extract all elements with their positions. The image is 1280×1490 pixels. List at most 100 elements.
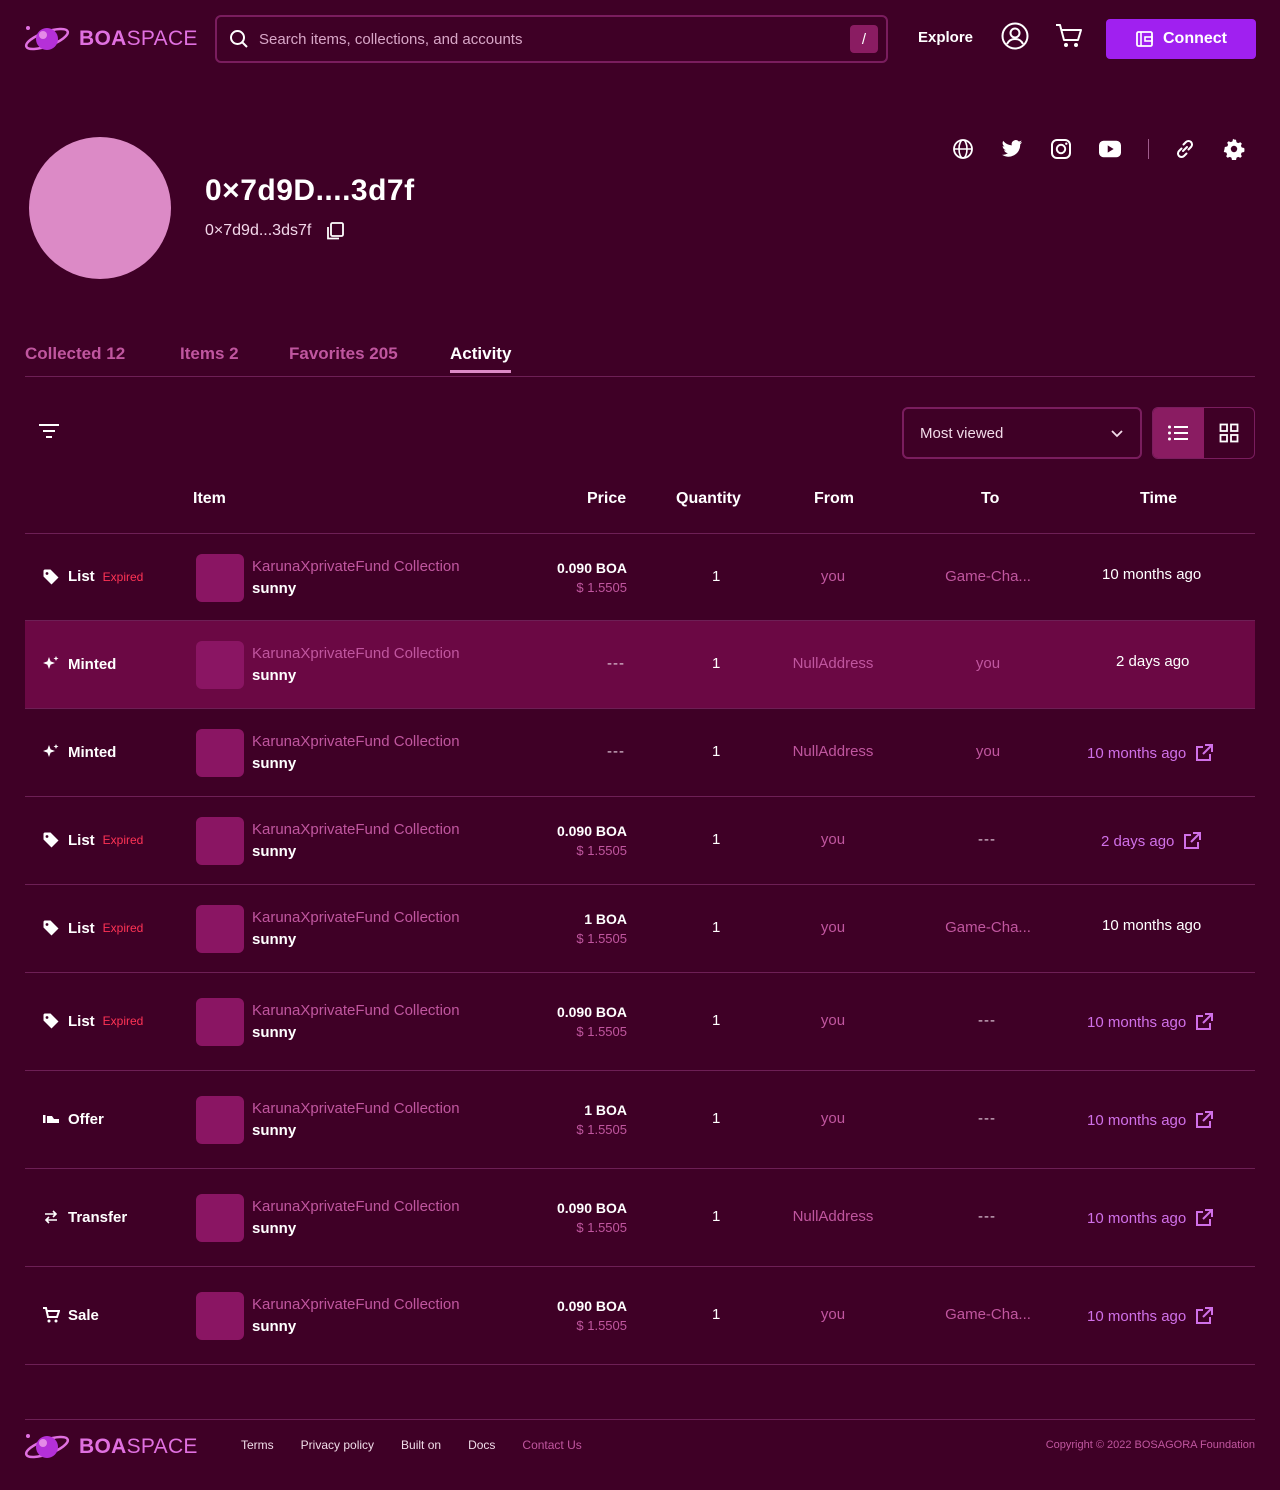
external-link-icon[interactable] <box>1194 1012 1214 1032</box>
footer-link-docs[interactable]: Docs <box>468 1438 495 1452</box>
item-info[interactable]: KarunaXprivateFund Collection sunny <box>252 643 460 687</box>
collection-name[interactable]: KarunaXprivateFund Collection <box>252 1098 460 1120</box>
item-name[interactable]: sunny <box>252 1120 460 1142</box>
collection-name[interactable]: KarunaXprivateFund Collection <box>252 643 460 665</box>
collection-name[interactable]: KarunaXprivateFund Collection <box>252 1000 460 1022</box>
item-thumbnail[interactable] <box>196 553 244 602</box>
time-link[interactable]: 10 months ago <box>1087 1110 1214 1130</box>
connect-button[interactable]: Connect <box>1106 19 1256 59</box>
tab-items[interactable]: Items 2 <box>180 344 239 364</box>
table-row[interactable]: List Expired KarunaXprivateFund Collecti… <box>25 885 1255 973</box>
item-thumbnail[interactable] <box>196 998 244 1046</box>
item-name[interactable]: sunny <box>252 665 460 687</box>
table-row[interactable]: Minted KarunaXprivateFund Collection sun… <box>25 621 1255 709</box>
item-info[interactable]: KarunaXprivateFund Collection sunny <box>252 1294 460 1338</box>
item-name[interactable]: sunny <box>252 1316 460 1338</box>
footer-link-contact[interactable]: Contact Us <box>522 1438 581 1452</box>
tab-favorites[interactable]: Favorites 205 <box>289 344 398 364</box>
cart-icon[interactable] <box>1054 21 1084 56</box>
copy-icon[interactable] <box>325 221 345 241</box>
list-view-button[interactable] <box>1153 408 1204 458</box>
event-type: Transfer <box>42 1208 127 1226</box>
from-account-link[interactable]: you <box>821 919 845 936</box>
tab-collected[interactable]: Collected 12 <box>25 344 125 364</box>
table-row[interactable]: Offer KarunaXprivateFund Collection sunn… <box>25 1071 1255 1169</box>
table-row[interactable]: List Expired KarunaXprivateFund Collecti… <box>25 797 1255 885</box>
gear-icon[interactable] <box>1223 138 1245 160</box>
search-bar[interactable]: Search items, collections, and accounts … <box>215 15 888 63</box>
item-info[interactable]: KarunaXprivateFund Collection sunny <box>252 819 460 863</box>
external-link-icon[interactable] <box>1194 1110 1214 1130</box>
youtube-icon[interactable] <box>1099 138 1121 160</box>
collection-name[interactable]: KarunaXprivateFund Collection <box>252 1196 460 1218</box>
item-thumbnail[interactable] <box>196 905 244 953</box>
item-name[interactable]: sunny <box>252 578 460 600</box>
time-link[interactable]: 10 months ago <box>1087 1012 1214 1032</box>
external-link-icon[interactable] <box>1194 743 1214 763</box>
table-row[interactable]: List Expired KarunaXprivateFund Collecti… <box>25 973 1255 1071</box>
item-thumbnail[interactable] <box>196 641 244 689</box>
time-link[interactable]: 10 months ago <box>1087 1306 1214 1326</box>
item-name[interactable]: sunny <box>252 929 460 951</box>
from-account-link[interactable]: NullAddress <box>793 655 874 672</box>
time-link[interactable]: 10 months ago <box>1087 1208 1214 1228</box>
footer-link-privacy[interactable]: Privacy policy <box>301 1438 374 1452</box>
item-info[interactable]: KarunaXprivateFund Collection sunny <box>252 1196 460 1240</box>
footer-link-built-on[interactable]: Built on <box>401 1438 441 1452</box>
item-info[interactable]: KarunaXprivateFund Collection sunny <box>252 1098 460 1142</box>
item-name[interactable]: sunny <box>252 753 460 775</box>
logo[interactable]: BOASPACE <box>23 22 198 56</box>
item-info[interactable]: KarunaXprivateFund Collection sunny <box>252 907 460 951</box>
item-info[interactable]: KarunaXprivateFund Collection sunny <box>252 1000 460 1044</box>
from-account-link[interactable]: you <box>821 1012 845 1029</box>
to-account-link[interactable]: Game-Cha... <box>945 919 1031 936</box>
account-icon[interactable] <box>1001 22 1029 55</box>
from-account-link[interactable]: you <box>821 831 845 848</box>
item-thumbnail[interactable] <box>196 1096 244 1144</box>
collection-name[interactable]: KarunaXprivateFund Collection <box>252 731 460 753</box>
item-thumbnail[interactable] <box>196 1194 244 1242</box>
link-icon[interactable] <box>1174 138 1196 160</box>
collection-name[interactable]: KarunaXprivateFund Collection <box>252 819 460 841</box>
instagram-icon[interactable] <box>1050 138 1072 160</box>
external-link-icon[interactable] <box>1194 1306 1214 1326</box>
item-name[interactable]: sunny <box>252 841 460 863</box>
to-account-link[interactable]: you <box>976 655 1000 672</box>
table-row[interactable]: Transfer KarunaXprivateFund Collection s… <box>25 1169 1255 1267</box>
item-thumbnail[interactable] <box>196 729 244 777</box>
table-row[interactable]: Minted KarunaXprivateFund Collection sun… <box>25 709 1255 797</box>
table-row[interactable]: Sale KarunaXprivateFund Collection sunny… <box>25 1267 1255 1365</box>
footer-logo[interactable]: BOASPACE <box>23 1430 198 1464</box>
footer-link-terms[interactable]: Terms <box>241 1438 274 1452</box>
time-link[interactable]: 2 days ago <box>1101 831 1202 851</box>
from-account-link[interactable]: NullAddress <box>793 743 874 760</box>
collection-name[interactable]: KarunaXprivateFund Collection <box>252 1294 460 1316</box>
tab-activity[interactable]: Activity <box>450 344 512 373</box>
collection-name[interactable]: KarunaXprivateFund Collection <box>252 907 460 929</box>
item-name[interactable]: sunny <box>252 1218 460 1240</box>
external-link-icon[interactable] <box>1194 1208 1214 1228</box>
item-thumbnail[interactable] <box>196 1292 244 1340</box>
from-account-link[interactable]: you <box>821 1306 845 1323</box>
to-account-link[interactable]: Game-Cha... <box>945 568 1031 585</box>
table-row[interactable]: List Expired KarunaXprivateFund Collecti… <box>25 534 1255 621</box>
collection-name[interactable]: KarunaXprivateFund Collection <box>252 556 460 578</box>
from-account-link[interactable]: NullAddress <box>793 1208 874 1225</box>
grid-view-button[interactable] <box>1204 408 1255 458</box>
item-name[interactable]: sunny <box>252 1022 460 1044</box>
from-account-link[interactable]: you <box>821 1110 845 1127</box>
to-account-link[interactable]: you <box>976 743 1000 760</box>
to-account-link[interactable]: Game-Cha... <box>945 1306 1031 1323</box>
twitter-icon[interactable] <box>1001 138 1023 160</box>
time-link[interactable]: 10 months ago <box>1087 743 1214 763</box>
external-link-icon[interactable] <box>1182 831 1202 851</box>
filter-icon[interactable] <box>38 420 60 442</box>
item-thumbnail[interactable] <box>196 817 244 865</box>
sort-dropdown[interactable]: Most viewed <box>902 407 1142 459</box>
search-input[interactable]: Search items, collections, and accounts <box>259 31 840 48</box>
item-info[interactable]: KarunaXprivateFund Collection sunny <box>252 731 460 775</box>
globe-icon[interactable] <box>952 138 974 160</box>
from-account-link[interactable]: you <box>821 568 845 585</box>
item-info[interactable]: KarunaXprivateFund Collection sunny <box>252 556 460 600</box>
nav-explore-link[interactable]: Explore <box>918 29 973 46</box>
